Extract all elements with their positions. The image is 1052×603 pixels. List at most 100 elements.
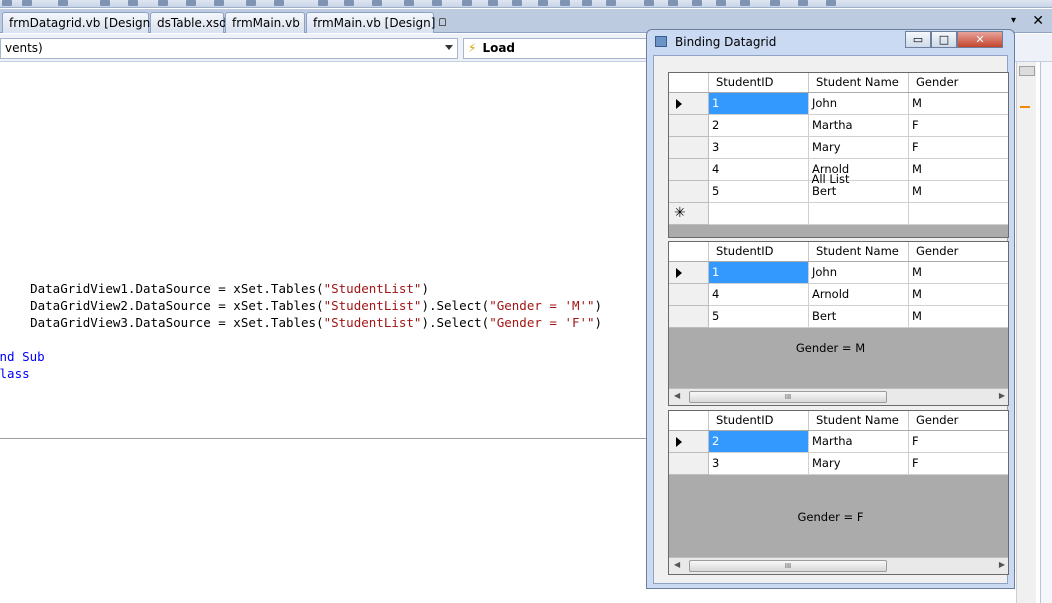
horizontal-scrollbar[interactable]: ◀ III ▶ xyxy=(669,557,1008,574)
toolbar-icon[interactable] xyxy=(100,0,110,6)
close-button[interactable]: ✕ xyxy=(957,31,1003,48)
maximize-button[interactable]: □ xyxy=(931,31,957,48)
toolbar-icon[interactable] xyxy=(644,0,654,6)
grid-cell[interactable]: John xyxy=(809,262,909,284)
row-header[interactable] xyxy=(669,431,709,453)
toolbar-icon[interactable] xyxy=(668,0,678,6)
grid-cell[interactable]: Mary xyxy=(809,137,909,159)
editor-vertical-scrollbar[interactable] xyxy=(1016,62,1036,603)
row-header[interactable] xyxy=(669,262,709,284)
toolbar-icon[interactable] xyxy=(246,0,256,6)
column-header[interactable]: Student Name xyxy=(809,411,909,430)
datagrid-1[interactable]: StudentID Student Name Gender 1 John M 2 Martha… xyxy=(668,72,1009,238)
grid-cell[interactable]: 3 xyxy=(709,137,809,159)
row-header[interactable] xyxy=(669,453,709,475)
column-header[interactable]: Student Name xyxy=(809,73,909,92)
toolbar-icon[interactable] xyxy=(798,0,808,6)
row-header[interactable] xyxy=(669,284,709,306)
grid-cell[interactable]: Martha xyxy=(809,115,909,137)
grid-cell[interactable]: John xyxy=(809,93,909,115)
toolbar-icon[interactable] xyxy=(404,0,414,6)
toolbar-icon[interactable] xyxy=(344,0,354,6)
datagrid-2[interactable]: StudentID Student Name Gender 1 John M 4 Arnold… xyxy=(668,241,1009,406)
grid-cell[interactable]: M xyxy=(909,284,1008,306)
toolbar-icon[interactable] xyxy=(186,0,196,6)
method-combo[interactable]: ⚡ Load xyxy=(463,38,648,59)
grid-cell[interactable]: 5 xyxy=(709,306,809,328)
column-header[interactable]: StudentID xyxy=(709,73,809,92)
grid-cell[interactable]: 1 xyxy=(709,262,809,284)
toolbar-icon[interactable] xyxy=(826,0,836,6)
code-editor[interactable]: DataGridView1.DataSource = xSet.Tables("… xyxy=(0,63,648,439)
table-row[interactable]: 1 John M xyxy=(669,93,1008,115)
grid-cell[interactable]: F xyxy=(909,453,1008,475)
toolbar-icon[interactable] xyxy=(740,0,750,6)
scrollbar-thumb[interactable]: III xyxy=(689,560,887,572)
grid-cell[interactable]: F xyxy=(909,137,1008,159)
tab-close-icon[interactable]: ✕ xyxy=(1032,13,1044,29)
toolbar-icon[interactable] xyxy=(128,0,138,6)
toolbar-icon[interactable] xyxy=(318,0,328,6)
toolbar-icon[interactable] xyxy=(488,0,498,6)
table-row[interactable]: 2 Martha F xyxy=(669,431,1008,453)
scroll-right-icon[interactable]: ▶ xyxy=(999,560,1005,569)
grid-cell[interactable] xyxy=(709,203,809,225)
grid-cell[interactable]: Martha xyxy=(809,431,909,453)
grid-cell[interactable] xyxy=(809,203,909,225)
tab-2[interactable]: dsTable.xsd xyxy=(150,12,227,33)
toolbar-icon[interactable] xyxy=(462,0,472,6)
toolbar-icon[interactable] xyxy=(512,0,522,6)
toolbar-icon[interactable] xyxy=(2,0,12,6)
column-header[interactable]: Gender xyxy=(909,411,1008,430)
grid-cell[interactable]: Mary xyxy=(809,453,909,475)
toolbar-icon[interactable] xyxy=(560,0,570,6)
new-row[interactable]: ✳ xyxy=(669,203,1008,225)
column-header[interactable]: Gender xyxy=(909,73,1008,92)
corner-header[interactable] xyxy=(669,411,709,430)
row-header[interactable] xyxy=(669,306,709,328)
grid-cell[interactable]: M xyxy=(909,262,1008,284)
toolbar-icon[interactable] xyxy=(538,0,548,6)
grid-cell[interactable]: F xyxy=(909,431,1008,453)
column-header[interactable]: Student Name xyxy=(809,242,909,261)
table-row[interactable]: 5 Bert M xyxy=(669,306,1008,328)
toolbar-icon[interactable] xyxy=(692,0,702,6)
column-header[interactable]: StudentID xyxy=(709,411,809,430)
grid-cell[interactable]: M xyxy=(909,306,1008,328)
toolbar-icon[interactable] xyxy=(214,0,224,6)
toolbar-icon[interactable] xyxy=(372,0,382,6)
tab-1[interactable]: frmDatagrid.vb [Design] xyxy=(2,12,166,33)
corner-header[interactable] xyxy=(669,242,709,261)
row-header[interactable]: ✳ xyxy=(669,203,709,225)
row-header[interactable] xyxy=(669,93,709,115)
grid-cell[interactable] xyxy=(909,203,1008,225)
scrollbar-thumb[interactable] xyxy=(1019,66,1035,76)
datagrid-3[interactable]: StudentID Student Name Gender 2 Martha F 3 Mary… xyxy=(668,410,1009,575)
grid-cell[interactable]: 2 xyxy=(709,115,809,137)
table-row[interactable]: 4 Arnold M xyxy=(669,284,1008,306)
toolbar-icon[interactable] xyxy=(58,0,68,6)
minimize-button[interactable]: ▭ xyxy=(905,31,931,48)
toolbar-icon[interactable] xyxy=(432,0,442,6)
toolbar-icon[interactable] xyxy=(606,0,616,6)
scroll-left-icon[interactable]: ◀ xyxy=(674,391,680,400)
grid-cell[interactable]: Bert xyxy=(809,306,909,328)
grid-cell[interactable]: M xyxy=(909,93,1008,115)
tab-4[interactable]: frmMain.vb [Design] xyxy=(306,12,447,33)
toolbar-icon[interactable] xyxy=(22,0,32,6)
table-row[interactable]: 2 Martha F xyxy=(669,115,1008,137)
grid-cell[interactable]: Arnold xyxy=(809,284,909,306)
window-titlebar[interactable]: Binding Datagrid ▭ □ ✕ xyxy=(647,30,1014,54)
table-row[interactable]: 3 Mary F xyxy=(669,453,1008,475)
table-row[interactable]: 1 John M xyxy=(669,262,1008,284)
grid-cell[interactable]: 4 xyxy=(709,284,809,306)
tab-dropdown-icon[interactable]: ▾ xyxy=(1011,15,1016,26)
toolbar-icon[interactable] xyxy=(158,0,168,6)
row-header[interactable] xyxy=(669,137,709,159)
grid-cell[interactable]: 1 xyxy=(709,93,809,115)
corner-header[interactable] xyxy=(669,73,709,92)
toolbar-icon[interactable] xyxy=(274,0,284,6)
tab-3[interactable]: frmMain.vb xyxy=(225,12,305,33)
scroll-right-icon[interactable]: ▶ xyxy=(999,391,1005,400)
grid-cell[interactable]: F xyxy=(909,115,1008,137)
